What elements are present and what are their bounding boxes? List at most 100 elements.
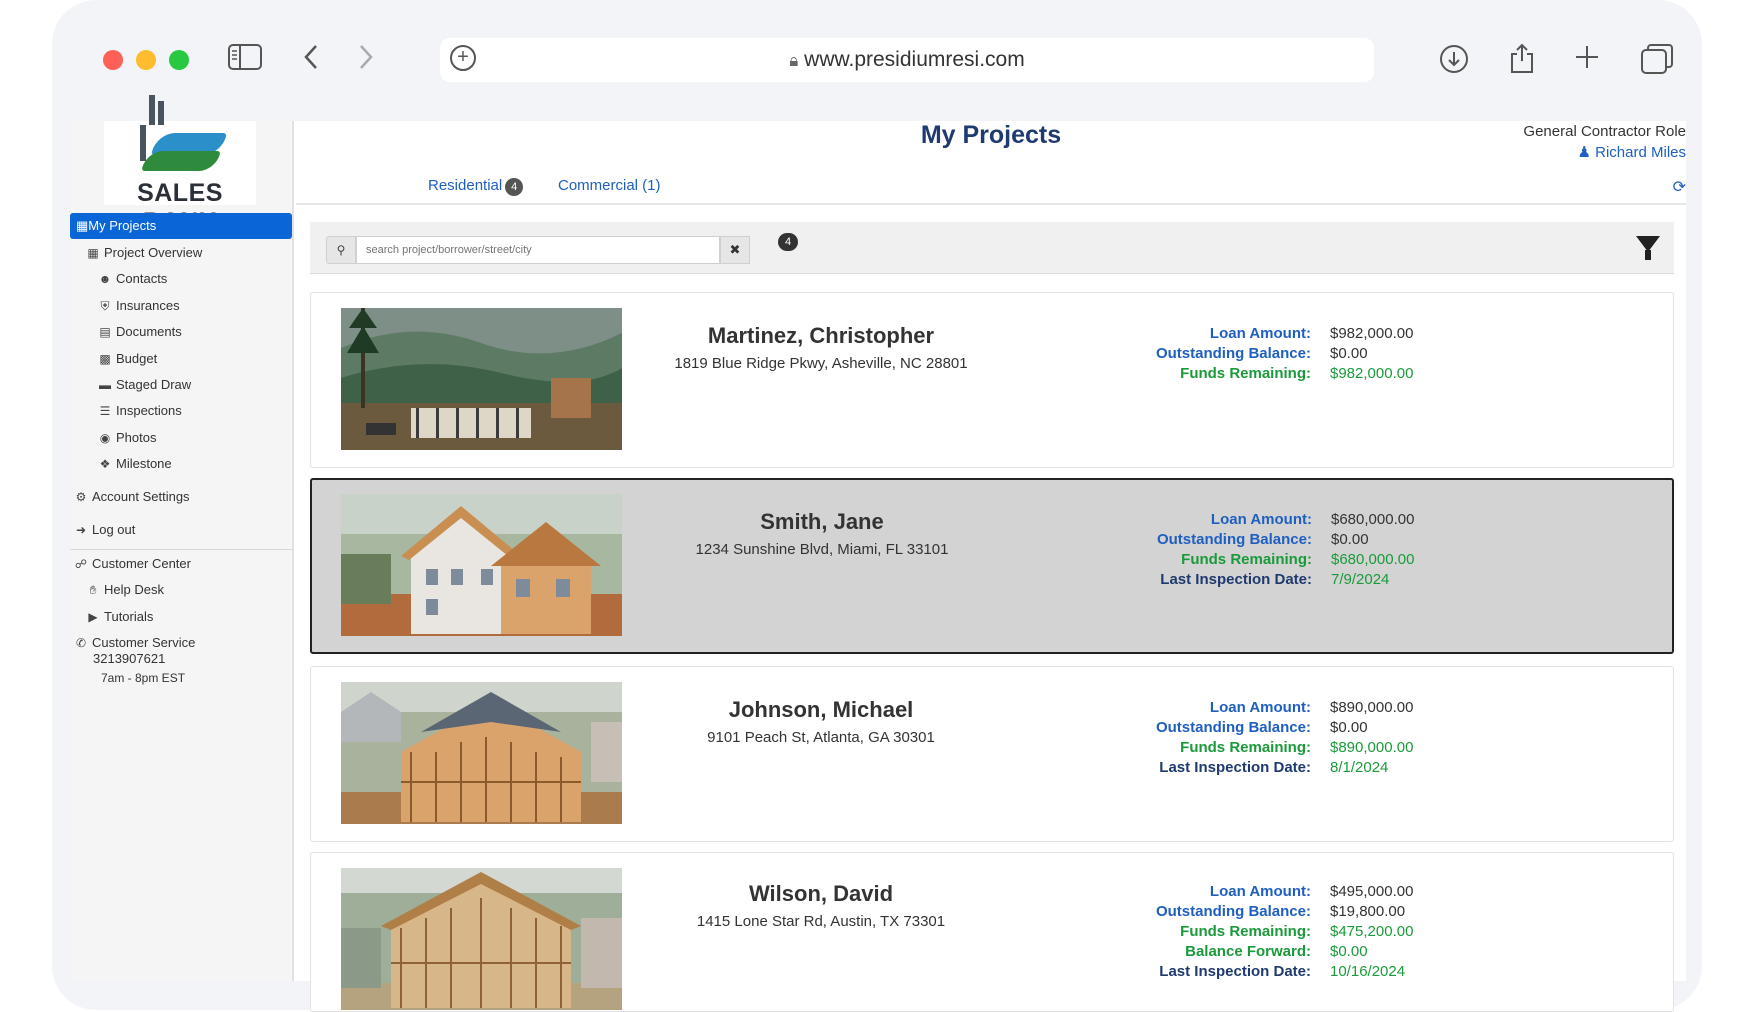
sidebar-item-contacts[interactable]: ☻ Contacts — [98, 271, 168, 286]
loan-amount: $982,000.00 — [1330, 325, 1414, 342]
grid-icon: ▦ — [76, 218, 89, 233]
last-inspection-date: 8/1/2024 — [1330, 759, 1389, 776]
borrower-name: Wilson, David — [748, 881, 894, 906]
cubes-icon: ❖ — [99, 457, 111, 471]
tab-residential[interactable]: Residential 4 — [428, 177, 524, 196]
funds-remaining: $982,000.00 — [1330, 365, 1414, 382]
grid-icon: ▦ — [87, 246, 99, 260]
outstanding-balance: $19,800.00 — [1330, 903, 1406, 920]
address-bar[interactable]: + 🔒︎ www.presidiumresi.com — [440, 38, 1374, 82]
last-inspection-date: 7/9/2024 — [1331, 571, 1390, 588]
loan-amount: $890,000.00 — [1330, 699, 1414, 716]
project-address: 1234 Sunshine Blvd, Miami, FL 33101 — [695, 541, 949, 558]
project-address: 1819 Blue Ridge Pkwy, Asheville, NC 2880… — [674, 355, 968, 372]
sidebar-item-insurances[interactable]: ⛨ Insurances — [98, 298, 179, 314]
sidebar: SALES BANK ▦My Projects ▦Project Overvie… — [70, 95, 294, 981]
play-icon: ▶ — [88, 610, 98, 624]
project-card[interactable]: Smith, Jane 1234 Sunshine Blvd, Miami, F… — [310, 478, 1674, 654]
forward-icon[interactable] — [358, 44, 374, 76]
project-card[interactable]: Johnson, Michael 9101 Peach St, Atlanta,… — [310, 666, 1674, 842]
outstanding-balance: $0.00 — [1330, 345, 1368, 362]
search-icon: ⚲ — [326, 236, 356, 264]
project-address: 9101 Peach St, Atlanta, GA 30301 — [707, 729, 935, 746]
clear-search-button[interactable]: ✖ — [720, 236, 750, 264]
loan-summary: Loan Amount: $982,000.00 Outstanding Bala… — [1155, 325, 1414, 382]
sidebar-item-account-settings[interactable]: ⚙ Account Settings — [74, 489, 190, 504]
gear-icon: ⚙ — [75, 490, 87, 504]
funds-remaining: $680,000.00 — [1331, 551, 1415, 568]
tab-commercial[interactable]: Commercial (1) — [558, 177, 661, 194]
filter-bar: ⚲ ✖ 4 — [310, 222, 1674, 274]
balance-forward: $0.00 — [1330, 943, 1368, 960]
user-role: General Contractor Role — [1523, 123, 1686, 140]
sidebar-item-my-projects[interactable]: ▦My Projects — [70, 213, 292, 239]
file-icon: ▤ — [99, 325, 111, 339]
customer-service-phone: 3213907621 — [93, 651, 166, 666]
outstanding-balance: $0.00 — [1330, 719, 1368, 736]
borrower-name: Johnson, Michael — [728, 697, 914, 722]
shield-icon: ⛨ — [100, 299, 110, 313]
list-icon: ☰ — [99, 404, 111, 418]
borrower-name: Martinez, Christopher — [707, 323, 935, 348]
sidebar-toggle-icon[interactable] — [228, 44, 262, 76]
sidebar-item-logout[interactable]: ➜ Log out — [74, 522, 135, 537]
logout-icon: ➜ — [75, 523, 87, 537]
refresh-icon[interactable]: ⟳ — [1673, 177, 1686, 197]
sidebar-item-customer-service[interactable]: ✆ Customer Service — [74, 635, 195, 650]
minimize-window-button[interactable] — [136, 50, 156, 70]
main-content: My Projects General Contractor Role ♟︎ R… — [296, 121, 1686, 1012]
user-icon: ♟︎ — [1577, 144, 1591, 161]
sidebar-item-customer-center[interactable]: ☍ Customer Center — [74, 556, 191, 571]
last-inspection-date: 10/16/2024 — [1330, 963, 1406, 980]
sidebar-item-documents[interactable]: ▤ Documents — [98, 324, 181, 339]
tabs-overview-icon[interactable] — [1641, 44, 1673, 80]
phone-icon: ✆ — [75, 636, 87, 650]
page-title: My Projects — [920, 121, 1062, 149]
sidebar-divider — [70, 549, 292, 550]
loan-amount: $495,000.00 — [1330, 883, 1414, 900]
borrower-name: Smith, Jane — [760, 509, 884, 534]
zoom-window-button[interactable] — [169, 50, 189, 70]
loan-summary: Loan Amount: $680,000.00 Outstanding Bala… — [1156, 511, 1415, 588]
project-address: 1415 Lone Star Rd, Austin, TX 73301 — [696, 913, 946, 930]
project-tabs: Residential 4 Commercial (1) — [296, 173, 1686, 205]
funds-remaining: $475,200.00 — [1330, 923, 1414, 940]
app-window: SALES BANK ▦My Projects ▦Project Overvie… — [70, 95, 1686, 1012]
customer-service-hours: 7am - 8pm EST — [101, 671, 186, 685]
sidebar-item-tutorials[interactable]: ▶ Tutorials — [86, 609, 153, 624]
user-name-link[interactable]: ♟︎ Richard Miles — [1578, 143, 1686, 161]
users-icon: ☻ — [98, 272, 112, 286]
share-icon[interactable] — [1509, 42, 1535, 80]
result-count-badge: 4 — [778, 233, 798, 251]
loan-summary: Loan Amount: $890,000.00 Outstanding Bala… — [1155, 699, 1414, 776]
download-icon[interactable] — [1439, 44, 1469, 80]
loan-amount: $680,000.00 — [1331, 511, 1415, 528]
loan-summary: Loan Amount: $495,000.00 Outstanding Bala… — [1155, 883, 1414, 980]
lock-icon: 🔒︎ — [789, 51, 799, 70]
sidebar-item-project-overview[interactable]: ▦ Project Overview — [86, 245, 202, 260]
residential-count-badge: 4 — [505, 178, 524, 196]
url-text: www.presidiumresi.com — [804, 48, 1025, 71]
project-photo — [341, 494, 622, 636]
sidebar-item-help-desk[interactable]: ✋︎ Help Desk — [86, 582, 164, 598]
sidebar-item-staged-draw[interactable]: ▬ Staged Draw — [98, 377, 191, 392]
sidebar-item-budget[interactable]: ▩ Budget — [98, 351, 157, 366]
close-window-button[interactable] — [103, 50, 123, 70]
calculator-icon: ▩ — [99, 352, 111, 366]
project-photo — [341, 308, 622, 450]
sidebar-item-photos[interactable]: ◉ Photos — [98, 430, 157, 445]
camera-icon: ◉ — [99, 431, 111, 445]
search-input[interactable] — [356, 236, 720, 264]
project-card[interactable]: Wilson, David 1415 Lone Star Rd, Austin,… — [310, 852, 1674, 1012]
sidebar-item-inspections[interactable]: ☰ Inspections — [98, 403, 182, 418]
hand-icon: ✋︎ — [89, 583, 97, 597]
sales-bank-logo: SALES BANK — [104, 95, 256, 236]
back-icon[interactable] — [303, 44, 319, 76]
project-card[interactable]: Martinez, Christopher 1819 Blue Ridge Pk… — [310, 292, 1674, 468]
project-photo — [341, 682, 622, 824]
funds-remaining: $890,000.00 — [1330, 739, 1414, 756]
plus-icon[interactable] — [1574, 44, 1600, 76]
sidebar-item-milestone[interactable]: ❖ Milestone — [98, 456, 172, 471]
card-icon: ▬ — [99, 378, 111, 392]
project-photo — [341, 868, 622, 1010]
